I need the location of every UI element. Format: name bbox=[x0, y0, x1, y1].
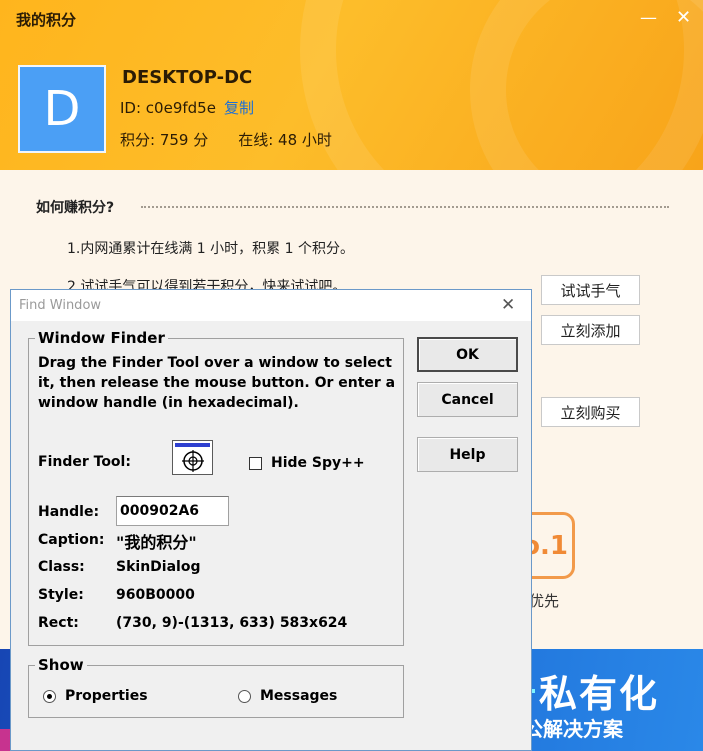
rect-value: (730, 9)-(1313, 633) 583x624 bbox=[116, 615, 348, 631]
finder-instructions: Drag the Finder Tool over a window to se… bbox=[38, 355, 396, 411]
close-icon[interactable]: ✕ bbox=[501, 295, 515, 315]
properties-radio[interactable] bbox=[43, 690, 56, 703]
hide-spy-checkbox[interactable] bbox=[249, 457, 262, 470]
caption-label: Caption: bbox=[38, 532, 105, 548]
earn-points-heading: 如何赚积分? bbox=[36, 200, 115, 216]
try-luck-button[interactable]: 试试手气 bbox=[541, 275, 640, 305]
buy-now-button[interactable]: 立刻购买 bbox=[541, 397, 640, 427]
header-decoration bbox=[470, 0, 703, 170]
online-time-stat: 在线: 48 小时 bbox=[238, 131, 332, 149]
handle-input[interactable] bbox=[116, 496, 229, 526]
dialog-titlebar[interactable]: Find Window ✕ bbox=[11, 290, 531, 321]
avatar: D bbox=[18, 65, 106, 153]
ok-button[interactable]: OK bbox=[417, 337, 518, 372]
properties-radio-label[interactable]: Properties bbox=[65, 688, 148, 704]
minimize-icon[interactable]: — bbox=[640, 8, 657, 28]
avatar-letter: D bbox=[43, 81, 81, 137]
messages-radio[interactable] bbox=[238, 690, 251, 703]
finder-tool-label: Finder Tool: bbox=[38, 454, 131, 470]
banner-title: 私有化 bbox=[539, 672, 660, 716]
caption-value: "我的积分" bbox=[116, 533, 197, 552]
app-header: 我的积分 — ✕ D DESKTOP-DC ID: c0e9fd5e 复制 积分:… bbox=[0, 0, 703, 170]
class-value: SkinDialog bbox=[116, 559, 201, 575]
window-finder-group: Window Finder Drag the Finder Tool over … bbox=[28, 329, 404, 646]
dialog-title: Find Window bbox=[19, 298, 102, 313]
add-now-button[interactable]: 立刻添加 bbox=[541, 315, 640, 345]
finder-tool-titlebar bbox=[175, 443, 210, 447]
messages-radio-label[interactable]: Messages bbox=[260, 688, 337, 704]
earn-rule-1: 1.内网通累计在线满 1 小时，积累 1 个积分。 bbox=[67, 241, 354, 257]
device-id: ID: c0e9fd5e bbox=[120, 99, 216, 117]
help-button[interactable]: Help bbox=[417, 437, 518, 472]
style-value: 960B0000 bbox=[116, 587, 195, 603]
app-title: 我的积分 bbox=[16, 11, 77, 29]
stats-row: 积分: 759 分 在线: 48 小时 bbox=[120, 129, 332, 150]
style-label: Style: bbox=[38, 587, 84, 603]
device-id-row: ID: c0e9fd5e 复制 bbox=[120, 97, 254, 118]
handle-label: Handle: bbox=[38, 504, 100, 520]
points-stat: 积分: 759 分 bbox=[120, 131, 209, 149]
crosshair-target-icon[interactable] bbox=[172, 440, 213, 475]
crosshair-icon bbox=[182, 450, 204, 472]
find-window-dialog: Find Window ✕ Window Finder Drag the Fin… bbox=[10, 289, 532, 751]
device-name: DESKTOP-DC bbox=[122, 67, 253, 88]
show-group: Show Properties Messages bbox=[28, 656, 404, 718]
close-icon[interactable]: ✕ bbox=[676, 8, 691, 28]
dotted-divider bbox=[141, 206, 669, 208]
copy-id-link[interactable]: 复制 bbox=[224, 99, 254, 117]
rect-label: Rect: bbox=[38, 615, 79, 631]
class-label: Class: bbox=[38, 559, 85, 575]
show-group-label: Show bbox=[35, 656, 87, 674]
window-finder-group-label: Window Finder bbox=[35, 329, 168, 347]
cancel-button[interactable]: Cancel bbox=[417, 382, 518, 417]
hide-spy-label[interactable]: Hide Spy++ bbox=[271, 455, 365, 471]
